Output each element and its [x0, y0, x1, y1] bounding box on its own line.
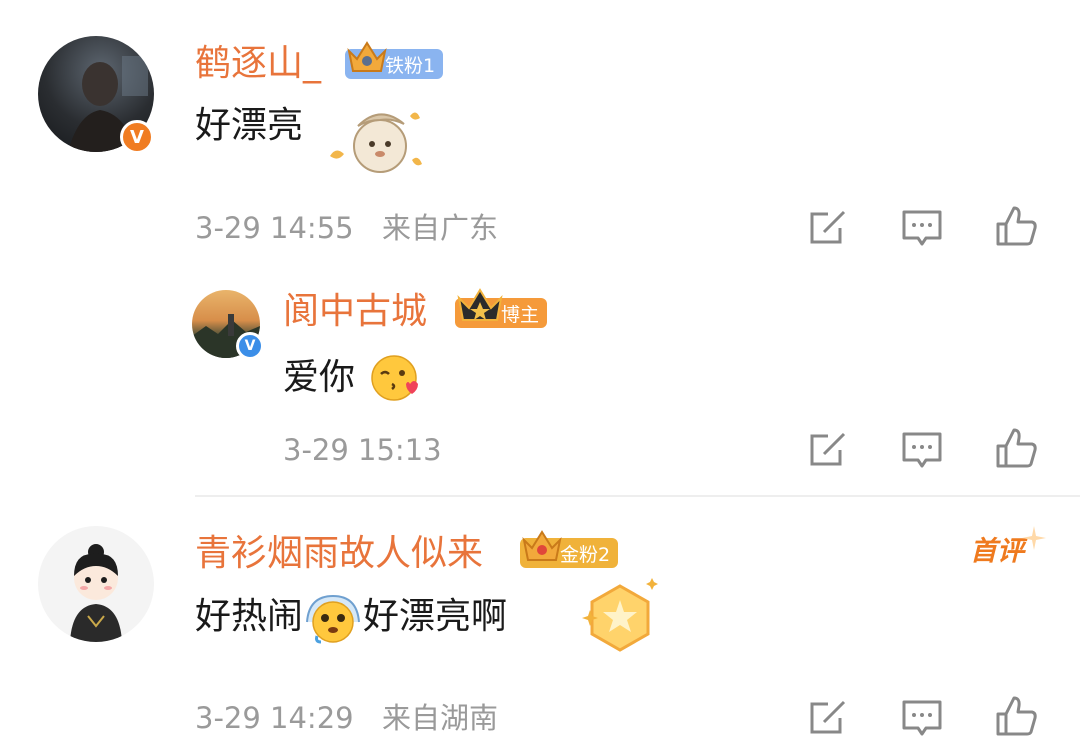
- fan-badge-label: 铁粉1: [385, 54, 436, 77]
- kiss-emoji-icon: [371, 355, 418, 401]
- crown-icon: [457, 288, 503, 321]
- fan-badge[interactable]: 铁粉1: [345, 41, 444, 79]
- blogger-badge: 博主: [455, 288, 548, 328]
- crown-icon: [522, 530, 562, 561]
- share-icon[interactable]: [806, 428, 850, 472]
- verified-badge: V: [236, 332, 264, 360]
- comment-time: 3-29 15:13: [283, 433, 442, 467]
- medal-badge-icon: [582, 578, 658, 652]
- comment-time: 3-29 14:55: [195, 211, 354, 245]
- fan-badge[interactable]: 金粉2: [520, 530, 619, 568]
- comment-icon[interactable]: [900, 428, 944, 472]
- bear-sticker-icon: [330, 112, 422, 173]
- divider: [195, 495, 1080, 497]
- sparkle-icon: [1022, 526, 1046, 550]
- share-icon[interactable]: [806, 696, 850, 740]
- comment-text: 爱你: [283, 357, 356, 398]
- first-comment-tag: 首评: [970, 536, 1024, 567]
- crown-icon: [347, 41, 387, 72]
- comment-username[interactable]: 青衫烟雨故人似来: [195, 532, 483, 576]
- fan-badge-label: 金粉2: [560, 543, 611, 566]
- comment-icon[interactable]: [900, 696, 944, 740]
- comment-username[interactable]: 鹤逐山_: [195, 42, 321, 86]
- comment-text-part2: 好漂亮啊: [363, 596, 508, 637]
- share-icon[interactable]: [806, 206, 850, 250]
- verified-badge: V: [120, 120, 154, 154]
- touched-emoji-icon: [306, 594, 361, 644]
- blogger-badge-label: 博主: [501, 303, 540, 326]
- comment-text: 好热闹 好漂亮啊: [195, 592, 507, 644]
- thumbs-up-icon[interactable]: [994, 694, 1038, 738]
- comment-text: 好漂亮: [195, 105, 304, 146]
- thumbs-up-icon[interactable]: [994, 204, 1038, 248]
- comment-location: 来自广东: [382, 211, 499, 245]
- comment-username[interactable]: 阆中古城: [283, 290, 427, 334]
- avatar-cartoon-icon: [70, 544, 122, 642]
- thumbs-up-icon[interactable]: [994, 426, 1038, 470]
- avatar[interactable]: [38, 526, 154, 642]
- comment-icon[interactable]: [900, 206, 944, 250]
- comment-text-part1: 好热闹: [195, 596, 304, 637]
- comment-time: 3-29 14:29: [195, 701, 354, 735]
- comment-location: 来自湖南: [382, 701, 499, 735]
